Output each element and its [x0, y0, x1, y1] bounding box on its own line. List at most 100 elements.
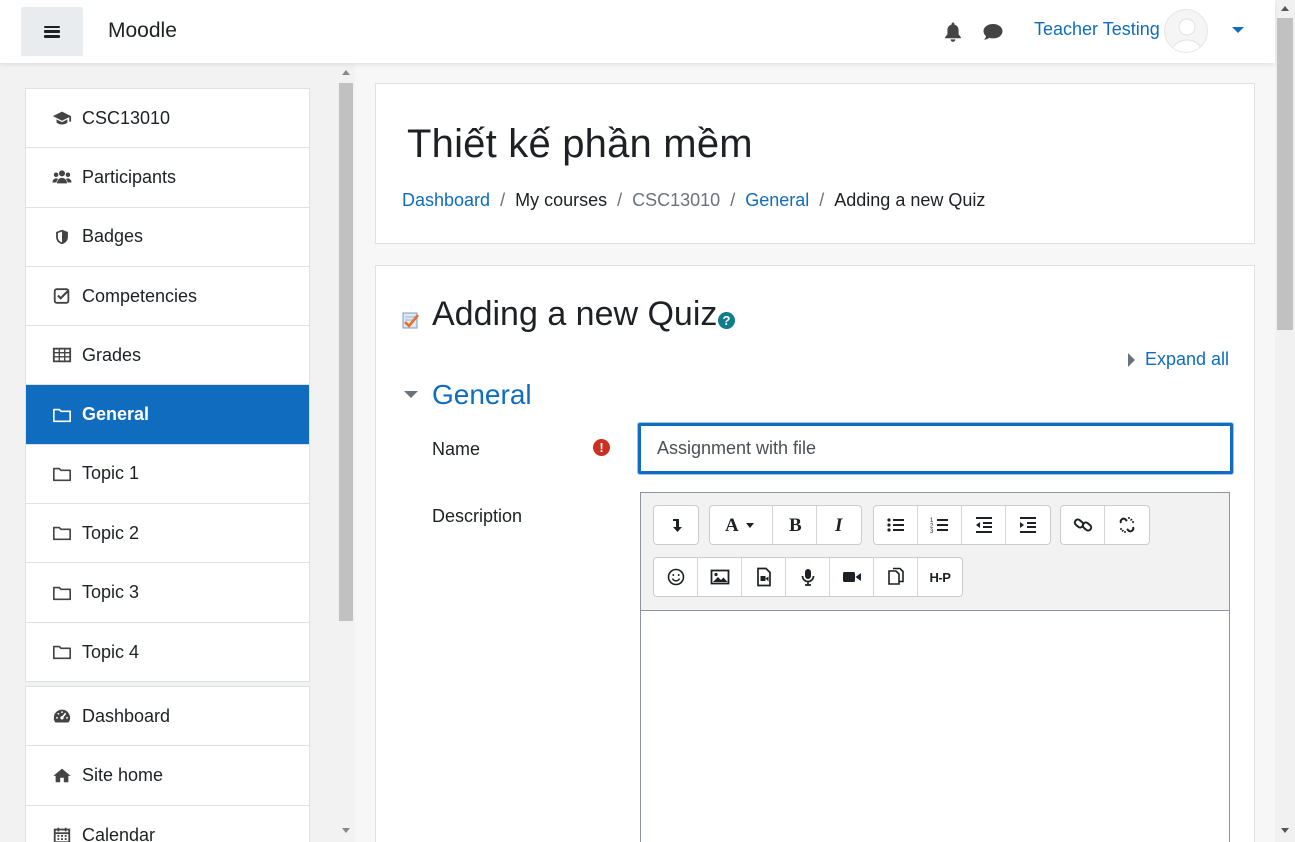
course-nav-group: CSC13010 Participants Badges Competencie… [25, 88, 310, 682]
nav-item-topic-2[interactable]: Topic 2 [26, 504, 309, 564]
nav-item-topic-4[interactable]: Topic 4 [26, 623, 309, 682]
nav-item-label: Site home [82, 764, 164, 785]
drawer-scrollbar[interactable] [337, 63, 355, 842]
nav-item-label: Calendar [82, 824, 156, 842]
section-title-general[interactable]: General [432, 379, 532, 411]
nav-item-label: Topic 1 [82, 463, 140, 484]
menu-icon [44, 25, 60, 38]
nav-item-topic-1[interactable]: Topic 1 [26, 445, 309, 505]
description-editor: A B I 123 H-P [640, 492, 1230, 842]
record-video-icon[interactable] [830, 558, 874, 596]
user-menu-name[interactable]: Teacher Testing [1034, 19, 1160, 40]
breadcrumb: Dashboard / My courses / CSC13010 / Gene… [402, 190, 985, 211]
help-icon[interactable]: ? [718, 312, 735, 329]
nav-item-site-home[interactable]: Site home [26, 746, 309, 806]
scroll-up-arrow-icon[interactable] [1281, 6, 1289, 11]
toolbar-group-lists: 123 [873, 505, 1051, 545]
nav-item-label: Topic 2 [82, 522, 140, 543]
link-icon[interactable] [1061, 506, 1105, 544]
svg-text:A: A [725, 515, 739, 535]
breadcrumb-course[interactable]: CSC13010 [632, 190, 720, 211]
breadcrumb-separator: / [617, 190, 623, 210]
unlink-icon[interactable] [1105, 506, 1149, 544]
chat-icon[interactable] [982, 22, 1004, 42]
toolbar-group-insert: H-P [653, 557, 963, 597]
scroll-up-arrow-icon[interactable] [342, 70, 350, 75]
nav-item-label: Badges [82, 226, 144, 247]
expand-all-label: Expand all [1145, 349, 1230, 369]
site-brand[interactable]: Moodle [108, 19, 177, 43]
page-scrollbar[interactable] [1275, 0, 1295, 842]
folder-icon [51, 523, 73, 543]
expand-all-link[interactable]: Expand all [1128, 349, 1229, 370]
menu-toggle-button[interactable] [21, 7, 83, 56]
scroll-down-arrow-icon[interactable] [1281, 828, 1289, 833]
image-icon[interactable] [698, 558, 742, 596]
nav-item-label: Competencies [82, 285, 198, 306]
indent-icon[interactable] [1006, 506, 1050, 544]
name-label: Name [432, 439, 481, 459]
required-icon: ! [593, 439, 610, 456]
nav-item-topic-3[interactable]: Topic 3 [26, 563, 309, 623]
caret-down-icon[interactable] [1232, 27, 1244, 33]
top-navbar: Moodle Teacher Testing [0, 0, 1275, 63]
nav-item-grades[interactable]: Grades [26, 326, 309, 386]
nav-item-label: General [82, 404, 150, 425]
nav-item-label: Grades [82, 344, 142, 365]
breadcrumb-dashboard[interactable]: Dashboard [402, 190, 490, 211]
nav-item-general[interactable]: General [26, 385, 309, 445]
toolbar-group-style: A B I [709, 505, 862, 545]
breadcrumb-separator: / [500, 190, 506, 210]
user-silhouette-icon [1165, 10, 1207, 52]
nav-item-calendar[interactable]: Calendar [26, 806, 309, 842]
chevron-right-icon [1128, 352, 1135, 367]
avatar[interactable] [1164, 9, 1208, 53]
svg-text:I: I [834, 515, 843, 535]
toolbar-group-links [1060, 505, 1150, 545]
description-editor-area[interactable] [641, 612, 1229, 842]
bell-icon[interactable] [943, 21, 963, 43]
nav-item-label: Dashboard [82, 705, 171, 726]
h5p-icon[interactable]: H-P [918, 558, 962, 596]
show-more-icon[interactable] [654, 506, 698, 544]
site-nav-group: Dashboard Site home Calendar [25, 686, 310, 842]
emoji-icon[interactable] [654, 558, 698, 596]
breadcrumb-general[interactable]: General [745, 190, 809, 211]
nav-item-badges[interactable]: Badges [26, 208, 309, 267]
bold-icon[interactable]: B [773, 506, 817, 544]
collapse-section-icon[interactable] [404, 391, 418, 398]
calendar-icon [51, 825, 73, 842]
h5p-label: H-P [929, 569, 951, 585]
description-label: Description [432, 506, 523, 526]
manage-files-icon[interactable] [874, 558, 918, 596]
editor-toolbar: A B I 123 H-P [641, 493, 1229, 611]
drawer-scroll-thumb[interactable] [339, 83, 353, 621]
media-icon[interactable] [742, 558, 786, 596]
nav-item-dashboard[interactable]: Dashboard [26, 687, 309, 747]
italic-icon[interactable]: I [817, 506, 861, 544]
name-input[interactable] [638, 423, 1233, 474]
unordered-list-icon[interactable] [874, 506, 918, 544]
svg-text:B: B [789, 515, 802, 535]
nav-item-competencies[interactable]: Competencies [26, 267, 309, 327]
table-icon [51, 345, 73, 365]
folder-icon [51, 464, 73, 484]
breadcrumb-my-courses[interactable]: My courses [515, 190, 607, 211]
record-audio-icon[interactable] [786, 558, 830, 596]
users-icon [51, 167, 73, 187]
scroll-down-arrow-icon[interactable] [342, 828, 350, 833]
nav-item-participants[interactable]: Participants [26, 148, 309, 208]
outdent-icon[interactable] [962, 506, 1006, 544]
font-icon[interactable]: A [710, 506, 773, 544]
nav-item-label: CSC13010 [82, 107, 171, 128]
page-header-card: Thiết kế phần mềm Dashboard / My courses… [375, 83, 1255, 244]
page-scroll-thumb[interactable] [1277, 18, 1293, 330]
graduation-cap-icon [51, 108, 73, 128]
ordered-list-icon[interactable]: 123 [918, 506, 962, 544]
course-title: Thiết kế phần mềm [407, 122, 753, 166]
quiz-form-card: Adding a new Quiz ? Expand all General N… [375, 265, 1255, 842]
nav-item-course[interactable]: CSC13010 [26, 89, 309, 149]
breadcrumb-separator: / [819, 190, 825, 210]
tachometer-icon [51, 706, 73, 726]
shield-icon [51, 227, 73, 247]
